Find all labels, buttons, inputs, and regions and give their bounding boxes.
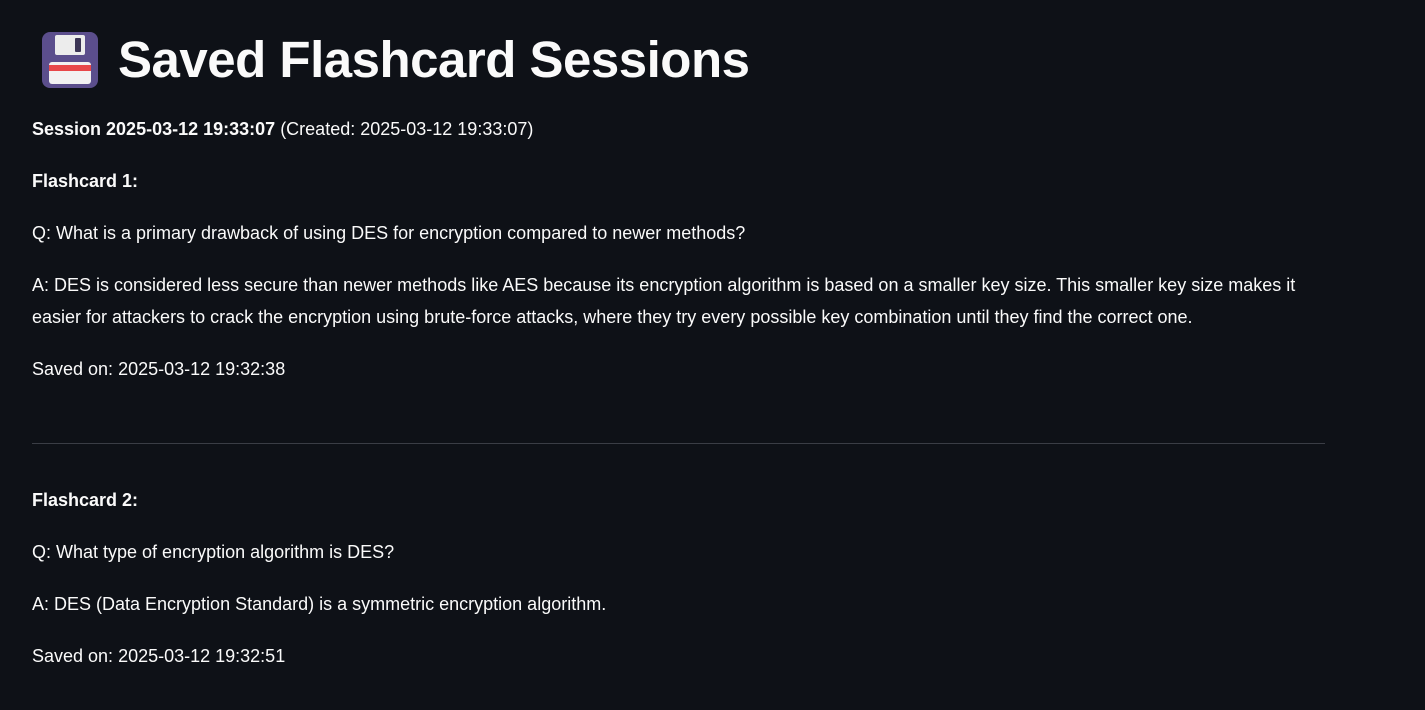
page-header: Saved Flashcard Sessions — [32, 30, 1325, 90]
flashcard-question: Q: What is a primary drawback of using D… — [32, 223, 746, 243]
page-title: Saved Flashcard Sessions — [118, 31, 750, 88]
session-created: (Created: 2025-03-12 19:33:07) — [280, 119, 534, 139]
main-content: Saved Flashcard Sessions Session 2025-03… — [0, 0, 1325, 672]
flashcard-label: Flashcard 2: — [32, 490, 139, 510]
session-name: Session 2025-03-12 19:33:07 — [32, 119, 276, 139]
flashcard-saved-date: Saved on: 2025-03-12 19:32:51 — [32, 646, 286, 666]
flashcard-question: Q: What type of encryption algorithm is … — [32, 542, 395, 562]
divider — [32, 443, 1325, 444]
session-header: Session 2025-03-12 19:33:07 (Created: 20… — [32, 113, 1325, 145]
flashcard-saved-date: Saved on: 2025-03-12 19:32:38 — [32, 359, 286, 379]
flashcard-answer: A: DES is considered less secure than ne… — [32, 275, 1296, 327]
flashcard-label: Flashcard 1: — [32, 171, 139, 191]
flashcard-answer: A: DES (Data Encryption Standard) is a s… — [32, 594, 607, 614]
floppy-disk-icon — [42, 32, 98, 88]
